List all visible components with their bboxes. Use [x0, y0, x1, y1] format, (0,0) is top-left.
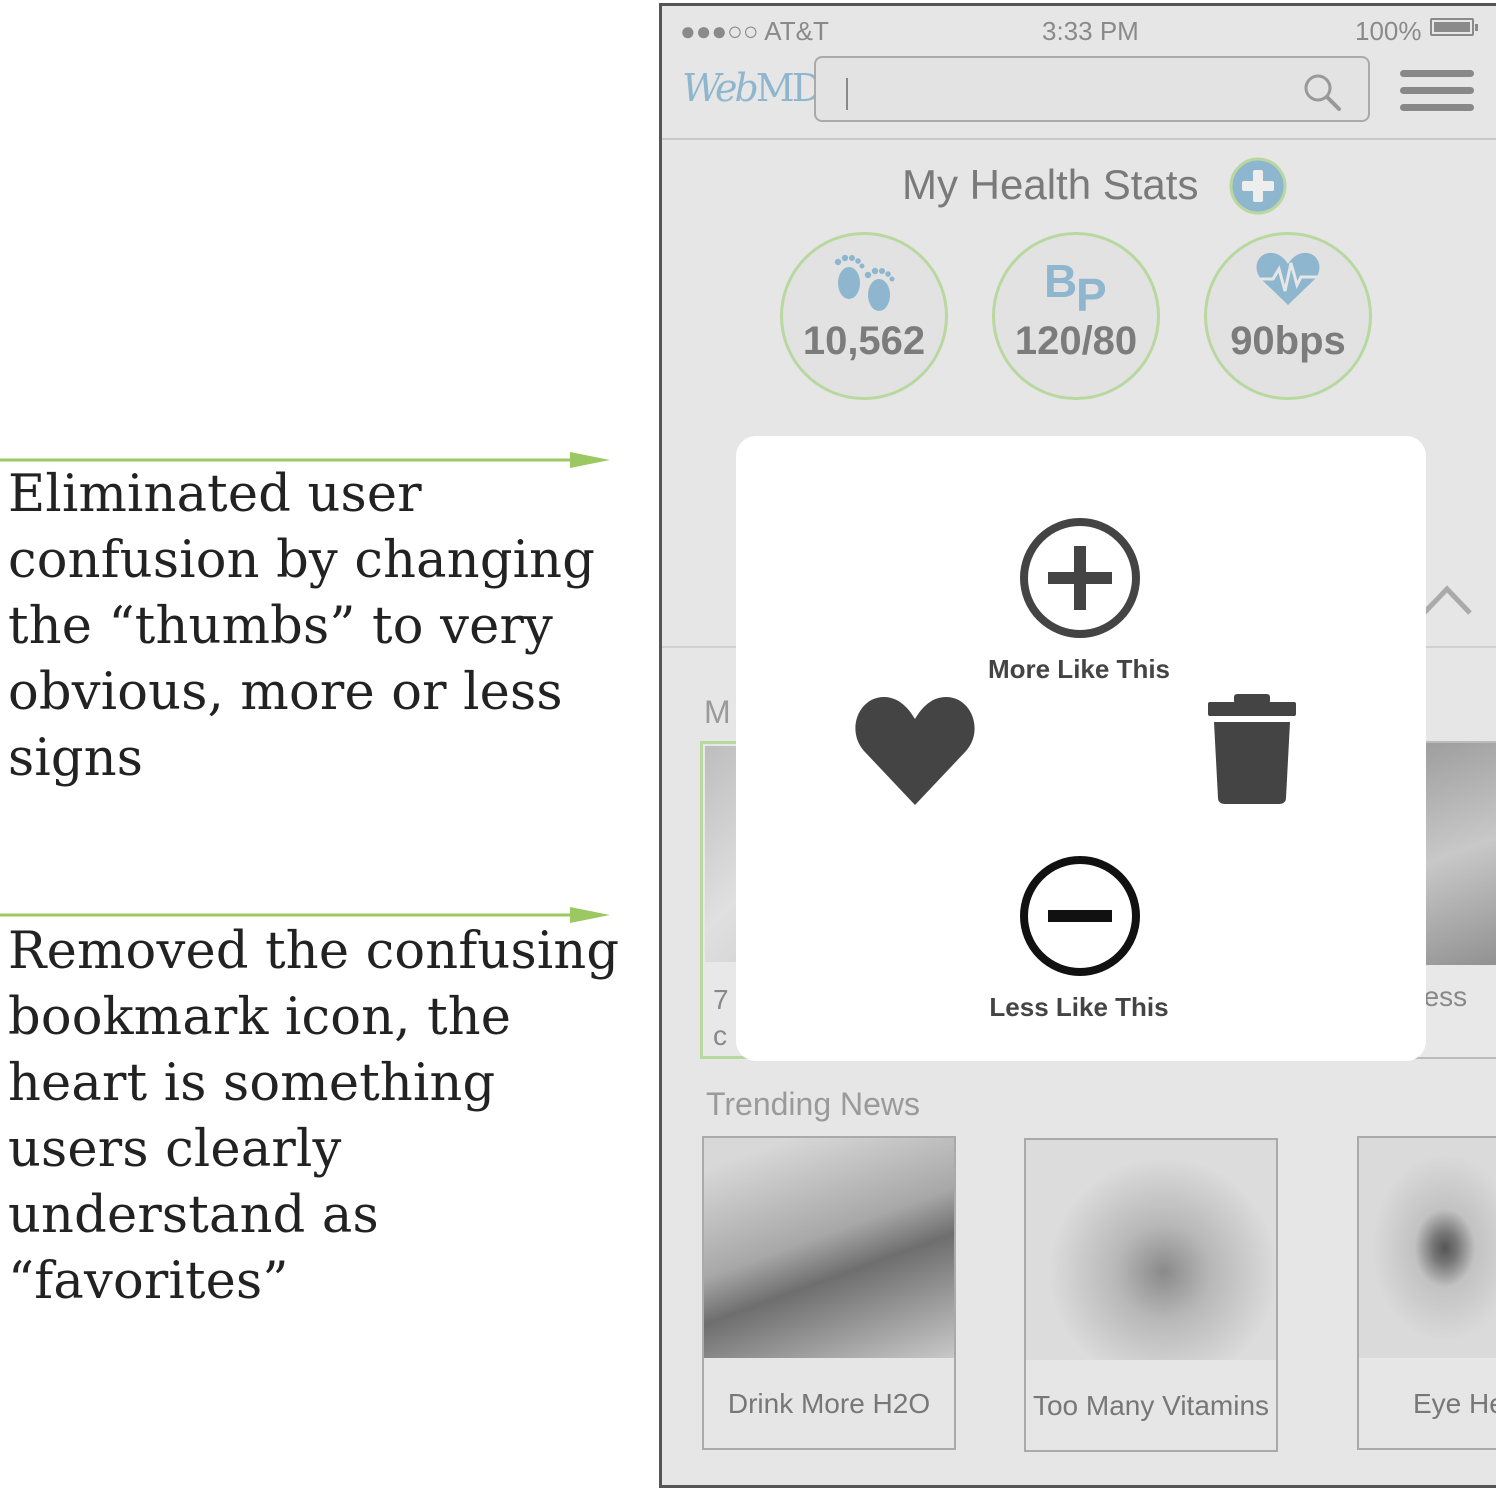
news-label: Drink More H2O: [727, 1388, 931, 1419]
news-image: [1026, 1140, 1276, 1360]
menu-icon[interactable]: [1400, 70, 1474, 121]
steps-value: 10,562: [802, 319, 926, 363]
bp-value: 120/80: [1014, 319, 1138, 363]
plus-circle-icon[interactable]: [1018, 516, 1142, 640]
battery-percent: 100%: [1355, 16, 1422, 46]
news-card[interactable]: Eye He: [1357, 1136, 1496, 1450]
text-caret: [846, 78, 848, 110]
card-label: 7 c: [713, 984, 729, 1051]
stat-steps[interactable]: 10,562: [780, 232, 948, 400]
header-divider: [662, 138, 1496, 140]
logo-md: MD: [755, 66, 822, 110]
svg-text:B: B: [1044, 255, 1077, 307]
stat-blood-pressure[interactable]: B P 120/80: [992, 232, 1160, 400]
webmd-logo[interactable]: WebMD: [682, 66, 822, 110]
add-stat-icon[interactable]: [1228, 156, 1288, 216]
heart-icon[interactable]: [852, 693, 978, 809]
trending-news-title: Trending News: [706, 1086, 921, 1122]
bp-icon: B P: [1044, 255, 1107, 315]
status-time: 3:33 PM: [1042, 16, 1139, 46]
health-stats-title: My Health Stats: [902, 161, 1199, 208]
minus-circle-icon[interactable]: [1018, 854, 1142, 978]
heartbeat-icon: [1256, 252, 1320, 305]
battery-icon: [1430, 18, 1478, 36]
less-like-this-label[interactable]: Less Like This: [736, 992, 1422, 1023]
svg-text:P: P: [1076, 269, 1107, 315]
news-image: [704, 1138, 954, 1358]
stat-heart-rate[interactable]: 90bps: [1204, 232, 1372, 400]
logo-web: Web: [682, 66, 759, 110]
news-card[interactable]: Too Many Vitamins: [1024, 1138, 1278, 1452]
footprints-icon: [834, 254, 895, 311]
search-icon[interactable]: [1302, 72, 1342, 112]
carrier-label: ●●●○○ AT&T: [680, 16, 829, 46]
heart-rate-value: 90bps: [1230, 319, 1346, 363]
article-action-modal: More Like This Less Like This: [736, 436, 1426, 1061]
phone-screen: ●●●○○ AT&T 3:33 PM 100% WebMD My Health …: [659, 3, 1496, 1488]
my-section-title: M: [704, 694, 731, 730]
news-label: Eye He: [1413, 1388, 1496, 1419]
more-like-this-label[interactable]: More Like This: [736, 654, 1422, 685]
trash-icon[interactable]: [1206, 690, 1298, 806]
annotation-text: Eliminated user confusion by changing th…: [8, 465, 596, 788]
news-image: [1359, 1138, 1496, 1358]
news-label: Too Many Vitamins: [1032, 1390, 1270, 1421]
chevron-up-icon[interactable]: [1420, 581, 1474, 617]
annotation-text: Removed the confusing bookmark icon, the…: [8, 922, 620, 1311]
search-input[interactable]: [814, 56, 1370, 122]
news-card[interactable]: Drink More H2O: [702, 1136, 956, 1450]
